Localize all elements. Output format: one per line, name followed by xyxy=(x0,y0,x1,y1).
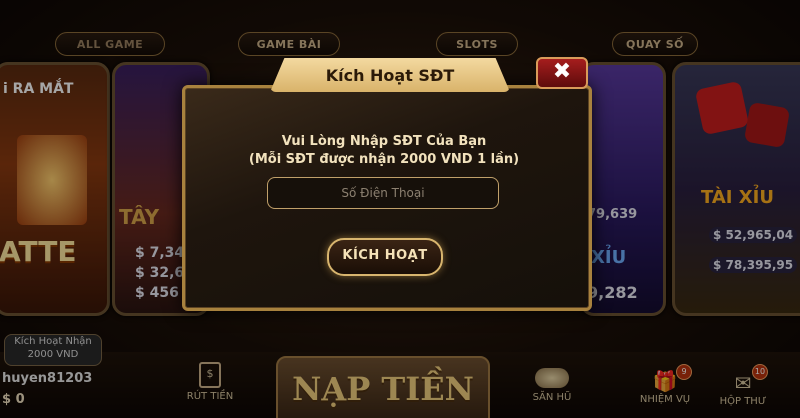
dialog-title: Kích Hoạt SĐT xyxy=(270,58,510,92)
close-button[interactable]: ✖ xyxy=(536,57,588,89)
dialog-instruction: Vui Lòng Nhập SĐT Của Bạn xyxy=(281,134,487,149)
activate-button[interactable]: KÍCH HOẠT xyxy=(327,238,443,276)
phone-number-input[interactable] xyxy=(267,177,499,209)
game-lobby: ALL GAME GAME BÀI SLOTS QUAY SỐ i RA MẮT… xyxy=(0,0,800,418)
dialog-note: (Mỗi SĐT được nhận 2000 VND 1 lần) xyxy=(248,152,520,167)
